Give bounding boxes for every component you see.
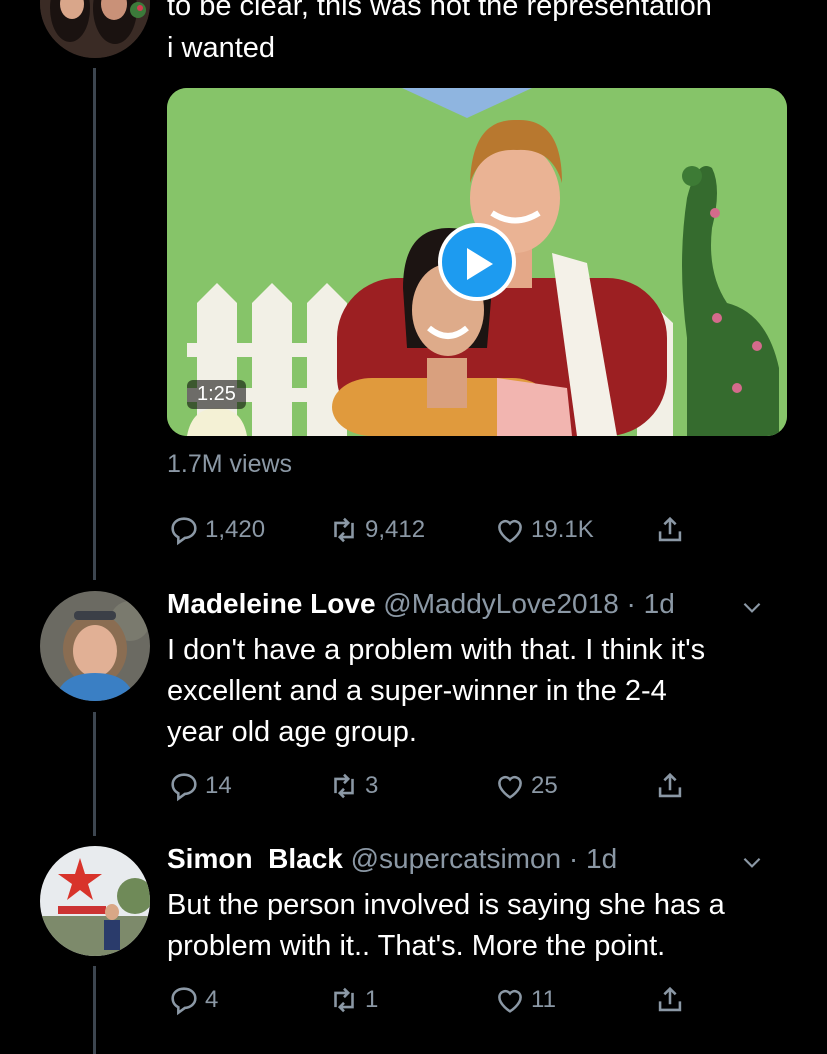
tweet2-text-line1: I don't have a problem with that. I thin… — [167, 634, 706, 666]
share-upload-icon — [658, 516, 682, 542]
tweet1-text-line2: i wanted — [167, 32, 276, 64]
tweet2-reply-count: 14 — [205, 772, 232, 799]
tweet2-actions: 14 3 25 — [167, 766, 707, 806]
video-thumbnail[interactable]: 1:25 — [167, 88, 787, 436]
tweet1-share-button[interactable] — [653, 510, 691, 550]
chevron-down-icon[interactable] — [739, 594, 765, 620]
tweet3-retweet-count: 1 — [365, 986, 379, 1013]
heart-icon — [498, 519, 522, 543]
tweet1-retweet-count: 9,412 — [365, 516, 426, 543]
tweet1-like-count: 19.1K — [531, 516, 594, 543]
tweet2-like-button[interactable]: 25 — [493, 766, 558, 806]
play-icon — [467, 248, 493, 280]
video-views: 1.7M views — [167, 450, 293, 478]
retweet-arrows-icon — [334, 773, 354, 799]
tweet2-retweet-count: 3 — [365, 772, 379, 799]
tweet2-retweet-button[interactable]: 3 — [327, 766, 378, 806]
tweet3-text-line2: problem with it.. That's. More the point… — [167, 930, 666, 962]
speech-bubble-icon — [171, 517, 197, 546]
tweet3-author-name[interactable]: Simon Black — [167, 843, 343, 874]
chevron-down-icon[interactable] — [739, 849, 765, 875]
retweet-arrows-icon — [334, 987, 354, 1013]
tweet2-text-line3: year old age group. — [167, 716, 417, 748]
heart-icon — [498, 775, 522, 799]
tweet2-header: Madeleine Love @MaddyLove2018 · 1d — [167, 588, 675, 620]
share-upload-icon — [658, 986, 682, 1012]
tweet2-share-button[interactable] — [653, 766, 691, 806]
play-button[interactable] — [438, 223, 516, 301]
tweet1-actions: 1,420 9,412 19.1K — [167, 510, 707, 550]
thread-line-1 — [93, 68, 96, 580]
tweet3-like-button[interactable]: 11 — [493, 980, 556, 1020]
tweet2-author-name[interactable]: Madeleine Love — [167, 588, 376, 619]
thread-line-3 — [93, 966, 96, 1054]
tweet3-reply-count: 4 — [205, 986, 219, 1013]
tweet2-reply-button[interactable]: 14 — [167, 766, 232, 806]
share-upload-icon — [658, 772, 682, 798]
tweet2-text-line2: excellent and a super-winner in the 2-4 — [167, 675, 667, 707]
tweet2-handle-time[interactable]: @MaddyLove2018 · 1d — [383, 588, 675, 619]
tweet3-share-button[interactable] — [653, 980, 691, 1020]
speech-bubble-icon — [171, 773, 197, 802]
speech-bubble-icon — [171, 987, 197, 1016]
tweet3-header: Simon Black @supercatsimon · 1d — [167, 843, 617, 875]
heart-icon — [498, 989, 522, 1013]
tweet3-text-line1: But the person involved is saying she ha… — [167, 889, 725, 921]
tweet1-retweet-button[interactable]: 9,412 — [327, 510, 425, 550]
retweet-arrows-icon — [334, 517, 354, 543]
tweet1-text-line1: to be clear, this was not the representa… — [167, 0, 712, 22]
tweet3-actions: 4 1 11 — [167, 980, 707, 1020]
tweet1-like-button[interactable]: 19.1K — [493, 510, 594, 550]
tweet1-reply-button[interactable]: 1,420 — [167, 510, 265, 550]
avatar-madeleine-love[interactable] — [40, 591, 150, 701]
avatar-simon-black[interactable] — [40, 846, 150, 956]
tweet3-like-count: 11 — [531, 986, 556, 1013]
thread-line-2 — [93, 712, 96, 836]
tweet3-retweet-button[interactable]: 1 — [327, 980, 378, 1020]
video-duration: 1:25 — [187, 380, 246, 409]
tweet1-reply-count: 1,420 — [205, 516, 266, 543]
tweet3-handle-time[interactable]: @supercatsimon · 1d — [351, 843, 618, 874]
tweet2-like-count: 25 — [531, 772, 558, 799]
tweet3-reply-button[interactable]: 4 — [167, 980, 218, 1020]
avatar-tweet1[interactable] — [40, 0, 150, 58]
